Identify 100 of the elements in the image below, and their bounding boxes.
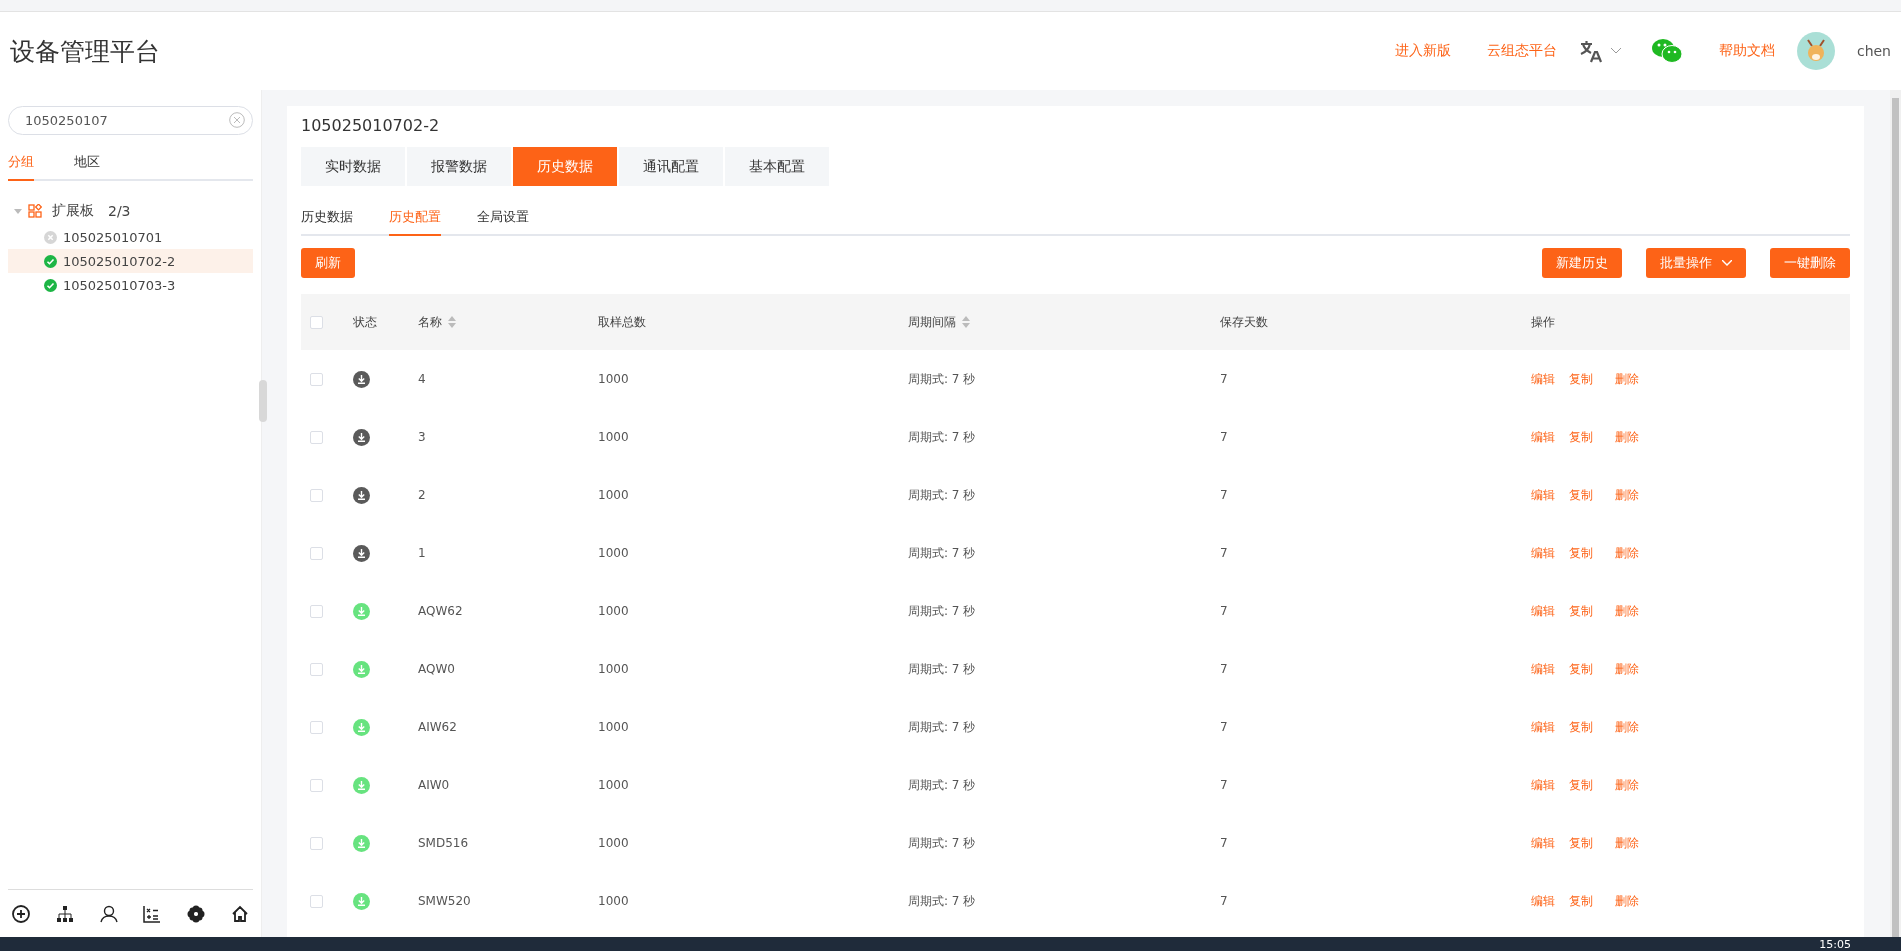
search-field[interactable]: 1050250107 [8, 106, 253, 135]
table-cell-text: 7 [1220, 430, 1229, 444]
row-checkbox[interactable] [310, 488, 323, 502]
select-all-checkbox[interactable] [310, 315, 323, 329]
refresh-button[interactable]: 刷新 [301, 248, 355, 278]
row-action-link[interactable]: 复制 [1569, 486, 1593, 504]
expand-caret-icon[interactable] [14, 207, 22, 215]
row-action-link[interactable]: 复制 [1569, 776, 1593, 794]
row-checkbox[interactable] [310, 836, 323, 850]
tab[interactable]: 基本配置 [725, 147, 829, 186]
table-cell-text: 周期式: 7 秒 [908, 660, 977, 678]
row-action-link[interactable]: 编辑 [1531, 544, 1555, 562]
row-action-link[interactable]: 复制 [1569, 834, 1593, 852]
flower-icon[interactable] [187, 904, 206, 923]
subtab[interactable]: 历史数据 [301, 202, 353, 236]
row-action-link[interactable]: 编辑 [1531, 718, 1555, 736]
tree-item[interactable]: 105025010703-3 [8, 273, 253, 297]
sidebar-tab[interactable]: 分组 [8, 147, 34, 181]
row-action-link[interactable]: 复制 [1569, 602, 1593, 620]
row-action-link[interactable]: 复制 [1569, 428, 1593, 446]
table-cell-text: 1000 [598, 372, 630, 386]
tab[interactable]: 实时数据 [301, 147, 405, 186]
tab[interactable]: 报警数据 [407, 147, 511, 186]
check-circle-icon [44, 278, 57, 292]
translate-icon[interactable] [1578, 39, 1603, 63]
row-action-link[interactable]: 删除 [1615, 892, 1639, 910]
calculator-icon[interactable] [143, 904, 162, 923]
help-link[interactable]: 帮助文档 [1718, 42, 1775, 60]
row-checkbox[interactable] [310, 430, 323, 444]
tab[interactable]: 通讯配置 [619, 147, 723, 186]
row-action-link[interactable]: 编辑 [1531, 486, 1555, 504]
table-cell-text: 1000 [598, 662, 630, 676]
user-icon[interactable] [99, 904, 118, 923]
row-checkbox[interactable] [310, 372, 323, 386]
row-action-link[interactable]: 删除 [1615, 370, 1639, 388]
sort-icon[interactable] [962, 316, 970, 328]
dropdown-button[interactable]: 批量操作 [1646, 248, 1746, 278]
row-action-link[interactable]: 删除 [1615, 428, 1639, 446]
sidebar-tab[interactable]: 地区 [74, 147, 100, 181]
row-checkbox[interactable] [310, 720, 323, 734]
tree-item[interactable]: 105025010702-2 [8, 249, 253, 273]
row-action-link[interactable]: 复制 [1569, 660, 1593, 678]
chevron-down-icon[interactable] [1610, 48, 1621, 54]
scrollbar[interactable] [1890, 90, 1901, 937]
table-cell-text: 1000 [598, 720, 630, 734]
chat-icon[interactable] [1650, 38, 1683, 64]
row-action-link[interactable]: 编辑 [1531, 660, 1555, 678]
table-cell-text: 7 [1220, 604, 1229, 618]
table-cell-text: 周期式: 7 秒 [908, 544, 977, 562]
row-action-link[interactable]: 删除 [1615, 718, 1639, 736]
tree-group[interactable]: 扩展板 2/3 [8, 197, 253, 225]
table-cell-text: 1000 [598, 488, 630, 502]
resize-handle[interactable] [259, 380, 267, 422]
row-action-link[interactable]: 删除 [1615, 834, 1639, 852]
header-link[interactable]: 进入新版 [1394, 42, 1451, 60]
sort-icon[interactable] [448, 316, 456, 328]
hierarchy-icon[interactable] [55, 904, 74, 923]
row-action-link[interactable]: 删除 [1615, 660, 1639, 678]
home-icon[interactable] [231, 904, 249, 923]
table-cell-text: 7 [1220, 778, 1229, 792]
row-action-link[interactable]: 编辑 [1531, 892, 1555, 910]
row-action-link[interactable]: 编辑 [1531, 834, 1555, 852]
row-action-link[interactable]: 复制 [1569, 544, 1593, 562]
column-header: 状态 [353, 313, 377, 331]
row-action-link[interactable]: 删除 [1615, 602, 1639, 620]
clear-icon[interactable] [229, 112, 245, 128]
row-action-link[interactable]: 删除 [1615, 776, 1639, 794]
row-checkbox[interactable] [310, 546, 323, 560]
table-cell-text: 1000 [598, 836, 630, 850]
header-link[interactable]: 云组态平台 [1486, 42, 1557, 60]
tree-item[interactable]: 105025010701 [8, 225, 253, 249]
avatar[interactable] [1796, 32, 1835, 70]
row-checkbox[interactable] [310, 662, 323, 676]
action-button[interactable]: 一键删除 [1770, 248, 1850, 278]
row-action-link[interactable]: 编辑 [1531, 602, 1555, 620]
add-circle-icon[interactable] [12, 904, 30, 923]
row-action-link[interactable]: 删除 [1615, 544, 1639, 562]
group-label: 扩展板 [52, 202, 94, 220]
row-action-link[interactable]: 复制 [1569, 370, 1593, 388]
row-action-link[interactable]: 删除 [1615, 486, 1639, 504]
row-action-link[interactable]: 复制 [1569, 718, 1593, 736]
table-cell-text: 7 [1220, 662, 1229, 676]
row-action-link[interactable]: 编辑 [1531, 428, 1555, 446]
tab[interactable]: 历史数据 [513, 147, 617, 186]
table-cell-text: 周期式: 7 秒 [908, 892, 977, 910]
subtab[interactable]: 全局设置 [477, 202, 529, 236]
row-checkbox[interactable] [310, 604, 323, 618]
table-cell-text: 1000 [598, 604, 630, 618]
row-checkbox[interactable] [310, 778, 323, 792]
subtab[interactable]: 历史配置 [389, 202, 441, 236]
row-action-link[interactable]: 编辑 [1531, 776, 1555, 794]
user-name[interactable]: chen [1856, 43, 1891, 59]
row-action-link[interactable]: 复制 [1569, 892, 1593, 910]
row-checkbox[interactable] [310, 894, 323, 908]
table-cell-text: SMD516 [418, 836, 470, 850]
table-cell-text: AQW62 [418, 604, 464, 618]
row-action-link[interactable]: 编辑 [1531, 370, 1555, 388]
action-button[interactable]: 新建历史 [1542, 248, 1622, 278]
column-header: 保存天数 [1220, 313, 1268, 331]
table-cell-text: 2 [418, 488, 427, 502]
